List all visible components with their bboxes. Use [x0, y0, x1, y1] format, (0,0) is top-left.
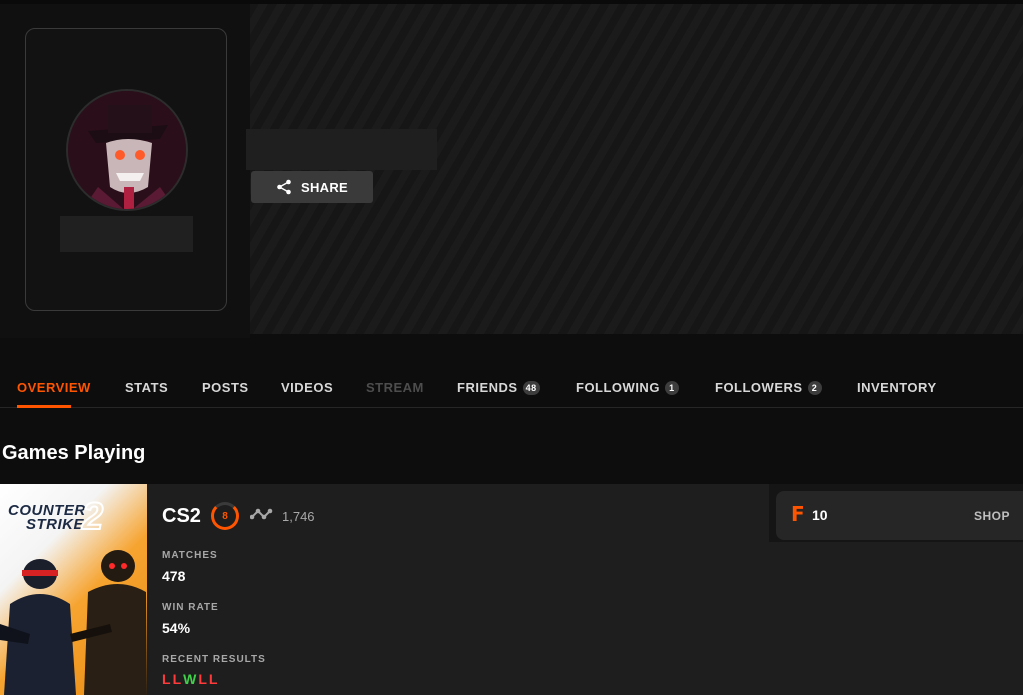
shop-link[interactable]: SHOP [974, 509, 1010, 523]
elo-icon [250, 508, 273, 520]
profile-name-placeholder [246, 129, 437, 170]
avatar[interactable] [66, 89, 188, 211]
game-name[interactable]: CS2 [162, 505, 201, 528]
tab-label: FRIENDS [457, 380, 518, 395]
game-cover[interactable]: COUNTER STRIKE 2 [0, 484, 147, 695]
tab-posts[interactable]: POSTS [202, 380, 249, 395]
profile-card [25, 28, 227, 311]
share-icon [277, 179, 291, 195]
game-card-cs2: COUNTER STRIKE 2 CS2 8 1,746 MATCHES 478… [0, 484, 1023, 695]
tab-label: INVENTORY [857, 380, 937, 395]
tab-followers[interactable]: FOLLOWERS 2 [715, 380, 822, 395]
share-button[interactable]: SHARE [251, 171, 373, 203]
matches-value: 478 [162, 568, 186, 584]
result-loss: L [172, 671, 184, 687]
result-loss: L [198, 671, 209, 687]
elo-value: 1,746 [282, 509, 315, 524]
active-tab-indicator [17, 405, 71, 408]
tab-following[interactable]: FOLLOWING 1 [576, 380, 679, 395]
tab-inventory[interactable]: INVENTORY [857, 380, 937, 395]
result-win: W [183, 671, 199, 687]
followers-count-badge: 2 [807, 380, 822, 395]
faceit-points-icon: F [791, 502, 805, 526]
win-rate-label: WIN RATE [162, 602, 219, 613]
tab-label: STATS [125, 380, 169, 395]
tab-friends[interactable]: FRIENDS 48 [457, 380, 540, 395]
points-shop-panel: F 10 SHOP [776, 491, 1023, 540]
recent-results: L L W L L [162, 671, 219, 687]
friends-count-badge: 48 [522, 380, 540, 395]
recent-results-label: RECENT RESULTS [162, 654, 266, 665]
share-button-label: SHARE [300, 179, 348, 195]
tab-stream[interactable]: STREAM [366, 380, 424, 395]
points-value: 10 [812, 507, 828, 523]
tab-label: POSTS [202, 380, 249, 395]
avatar-image [68, 91, 186, 209]
tab-label: OVERVIEW [17, 380, 91, 395]
cover-soldiers-art [0, 550, 147, 695]
tab-label: STREAM [366, 380, 424, 395]
nickname-placeholder [60, 216, 193, 252]
following-count-badge: 1 [664, 380, 679, 395]
skill-level-value: 8 [222, 510, 228, 522]
tab-videos[interactable]: VIDEOS [281, 380, 333, 395]
tab-stats[interactable]: STATS [125, 380, 168, 395]
skill-level-icon: 8 [211, 502, 239, 530]
win-rate-value: 54% [162, 620, 191, 636]
result-loss: L [162, 671, 173, 687]
tab-label: FOLLOWING [576, 380, 660, 395]
tab-label: FOLLOWERS [715, 380, 803, 395]
tab-label: VIDEOS [281, 380, 334, 395]
profile-tabs: OVERVIEW STATS POSTS VIDEOS STREAM FRIEN… [0, 370, 1023, 408]
games-playing-heading: Games Playing [2, 442, 146, 464]
matches-label: MATCHES [162, 550, 218, 561]
tab-overview[interactable]: OVERVIEW [17, 380, 91, 395]
result-loss: L [208, 671, 220, 687]
